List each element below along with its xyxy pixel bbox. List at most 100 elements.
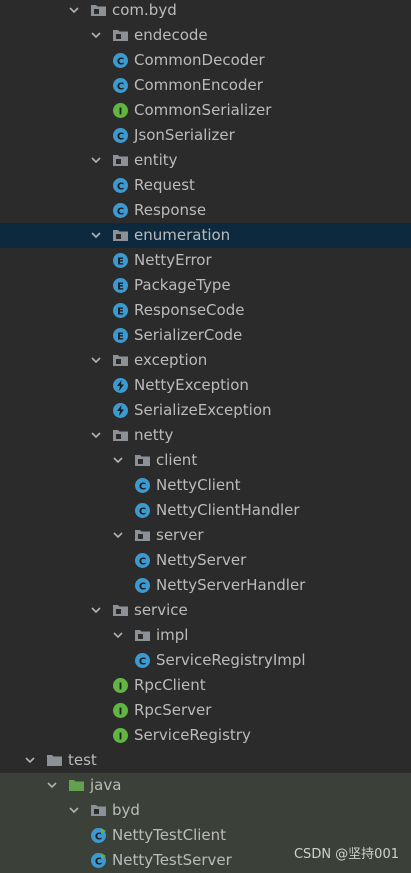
svg-text:E: E: [117, 282, 124, 293]
tree-node-exception[interactable]: exception: [0, 348, 411, 373]
tree-node-endecode[interactable]: endecode: [0, 23, 411, 48]
tree-node-entity[interactable]: entity: [0, 148, 411, 173]
class-icon: C: [112, 77, 129, 94]
tree-leaf-serviceregistryimpl[interactable]: C ServiceRegistryImpl: [0, 648, 411, 673]
tree-item-label: service: [134, 601, 188, 619]
interface-icon: I: [112, 677, 129, 694]
svg-text:C: C: [139, 482, 146, 493]
class-icon: C: [134, 652, 151, 669]
svg-text:C: C: [139, 557, 146, 568]
tree-item-label: com.byd: [112, 1, 177, 19]
tree-leaf-serializeexception[interactable]: SerializeException: [0, 398, 411, 423]
chevron-down-icon[interactable]: [112, 454, 124, 466]
chevron-down-icon[interactable]: [68, 4, 80, 16]
class-icon: C: [112, 127, 129, 144]
tree-item-label: NettyError: [134, 251, 212, 269]
tree-leaf-jsonserializer[interactable]: C JsonSerializer: [0, 123, 411, 148]
chevron-down-icon[interactable]: [90, 154, 102, 166]
tree-item-label: test: [68, 751, 97, 769]
tree-node-server[interactable]: server: [0, 523, 411, 548]
runnable-class-icon: C: [90, 852, 107, 869]
tree-item-label: Request: [134, 176, 195, 194]
tree-item-label: ServiceRegistryImpl: [156, 651, 306, 669]
exception-icon: [112, 377, 129, 394]
interface-icon: I: [112, 702, 129, 719]
chevron-down-icon[interactable]: [90, 229, 102, 241]
tree-leaf-packagetype[interactable]: E PackageType: [0, 273, 411, 298]
svg-text:I: I: [119, 682, 123, 693]
package-folder-icon: [90, 802, 107, 819]
tree-leaf-request[interactable]: C Request: [0, 173, 411, 198]
tree-leaf-nettyserver[interactable]: C NettyServer: [0, 548, 411, 573]
tree-leaf-nettyexception[interactable]: NettyException: [0, 373, 411, 398]
svg-text:E: E: [117, 332, 124, 343]
tree-leaf-responsecode[interactable]: E ResponseCode: [0, 298, 411, 323]
tree-item-label: RpcServer: [134, 701, 212, 719]
tree-node-client[interactable]: client: [0, 448, 411, 473]
tree-item-label: entity: [134, 151, 178, 169]
tree-item-label: server: [156, 526, 204, 544]
tree-node-service[interactable]: service: [0, 598, 411, 623]
svg-text:C: C: [117, 57, 124, 68]
svg-text:E: E: [117, 307, 124, 318]
tree-leaf-rpcserver[interactable]: I RpcServer: [0, 698, 411, 723]
chevron-down-icon[interactable]: [46, 779, 58, 791]
tree-leaf-nettyerror[interactable]: E NettyError: [0, 248, 411, 273]
package-folder-icon: [112, 27, 129, 44]
tree-leaf-nettyclienthandler[interactable]: C NettyClientHandler: [0, 498, 411, 523]
tree-leaf-nettyserverhandler[interactable]: C NettyServerHandler: [0, 573, 411, 598]
tree-leaf-commonencoder[interactable]: C CommonEncoder: [0, 73, 411, 98]
chevron-down-icon[interactable]: [68, 804, 80, 816]
svg-text:E: E: [117, 257, 124, 268]
tree-item-label: NettyClient: [156, 476, 241, 494]
tree-leaf-serviceregistry[interactable]: I ServiceRegistry: [0, 723, 411, 748]
tree-node-enumeration[interactable]: enumeration: [0, 223, 411, 248]
package-folder-icon: [112, 152, 129, 169]
tree-item-label: netty: [134, 426, 174, 444]
chevron-down-icon[interactable]: [112, 529, 124, 541]
svg-text:C: C: [117, 132, 124, 143]
tree-item-label: impl: [156, 626, 189, 644]
tree-node-byd[interactable]: byd: [0, 798, 411, 823]
class-icon: C: [134, 477, 151, 494]
package-folder-icon: [134, 527, 151, 544]
tree-item-label: client: [156, 451, 198, 469]
tree-item-label: CommonSerializer: [134, 101, 272, 119]
package-folder-icon: [134, 627, 151, 644]
chevron-down-icon[interactable]: [90, 354, 102, 366]
tree-item-label: endecode: [134, 26, 208, 44]
tree-leaf-rpcclient[interactable]: I RpcClient: [0, 673, 411, 698]
enum-icon: E: [112, 252, 129, 269]
package-folder-icon: [90, 2, 107, 19]
tree-leaf-commondecoder[interactable]: C CommonDecoder: [0, 48, 411, 73]
chevron-down-icon[interactable]: [24, 754, 36, 766]
tree-item-label: CommonDecoder: [134, 51, 265, 69]
tree-node-impl[interactable]: impl: [0, 623, 411, 648]
tree-node-java[interactable]: java: [0, 773, 411, 798]
tree-item-label: NettyTestServer: [112, 851, 232, 869]
folder-icon: [46, 752, 63, 769]
tree-item-label: NettyServerHandler: [156, 576, 306, 594]
tree-item-label: PackageType: [134, 276, 231, 294]
tree-item-label: NettyClientHandler: [156, 501, 300, 519]
tree-node-netty[interactable]: netty: [0, 423, 411, 448]
tree-leaf-nettyclient[interactable]: C NettyClient: [0, 473, 411, 498]
chevron-down-icon[interactable]: [90, 29, 102, 41]
tree-leaf-serializercode[interactable]: E SerializerCode: [0, 323, 411, 348]
tree-leaf-commonserializer[interactable]: I CommonSerializer: [0, 98, 411, 123]
exception-icon: [112, 402, 129, 419]
chevron-down-icon[interactable]: [112, 629, 124, 641]
enum-icon: E: [112, 327, 129, 344]
tree-item-label: CommonEncoder: [134, 76, 263, 94]
chevron-down-icon[interactable]: [90, 604, 102, 616]
tree-item-label: RpcClient: [134, 676, 206, 694]
svg-text:I: I: [119, 707, 123, 718]
svg-text:C: C: [139, 657, 146, 668]
svg-text:I: I: [119, 107, 123, 118]
package-folder-icon: [112, 602, 129, 619]
tree-leaf-response[interactable]: C Response: [0, 198, 411, 223]
tree-node-test[interactable]: test: [0, 748, 411, 773]
tree-item-label: ServiceRegistry: [134, 726, 251, 744]
tree-node-com-byd[interactable]: com.byd: [0, 0, 411, 23]
chevron-down-icon[interactable]: [90, 429, 102, 441]
